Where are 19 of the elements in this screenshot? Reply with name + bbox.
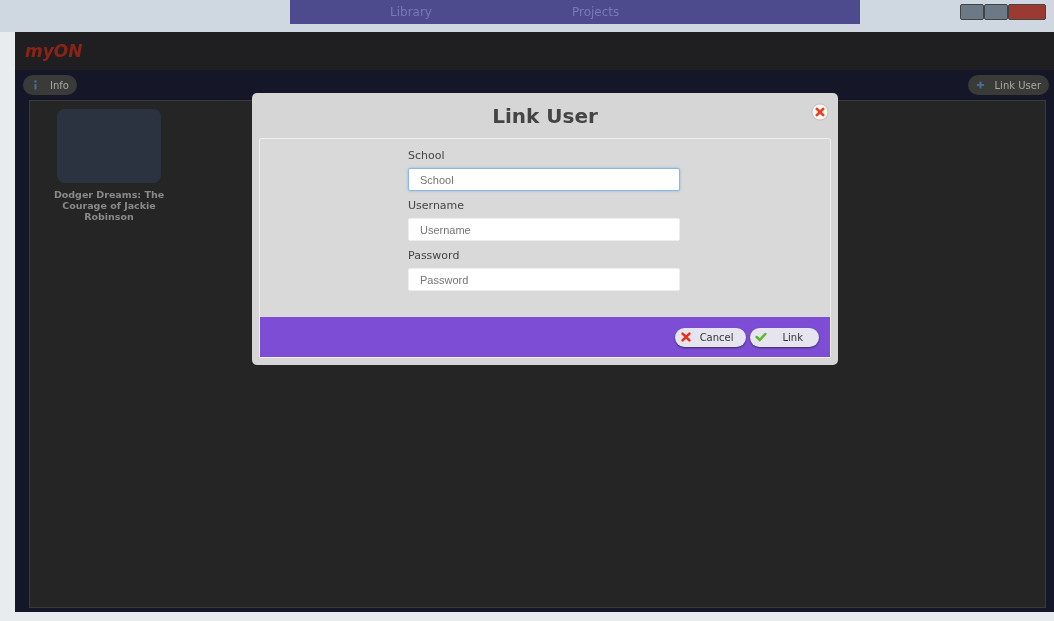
input-field[interactable]: School (408, 168, 680, 191)
info-icon (31, 80, 40, 90)
cross-icon (679, 331, 692, 343)
info-button[interactable]: Info (23, 75, 77, 95)
link-user-button[interactable]: Link User (967, 75, 1049, 95)
field-label: Username (408, 199, 466, 212)
field-label: Password (408, 249, 461, 262)
maximize-button[interactable] (984, 4, 1008, 20)
close-icon[interactable] (811, 103, 829, 121)
field-label: School (408, 149, 446, 162)
book-title[interactable]: Dodger Dreams: The Courage of Jackie Robinson (44, 189, 174, 222)
close-button[interactable] (1008, 4, 1046, 20)
checkmark-icon (754, 331, 767, 343)
app-logo: myON (25, 41, 83, 61)
link-button[interactable]: Link (749, 327, 819, 347)
dialog-title: Link User (492, 103, 598, 128)
plus-icon (975, 80, 985, 90)
cancel-button[interactable]: Cancel (674, 327, 746, 347)
minimize-button[interactable] (960, 4, 984, 20)
